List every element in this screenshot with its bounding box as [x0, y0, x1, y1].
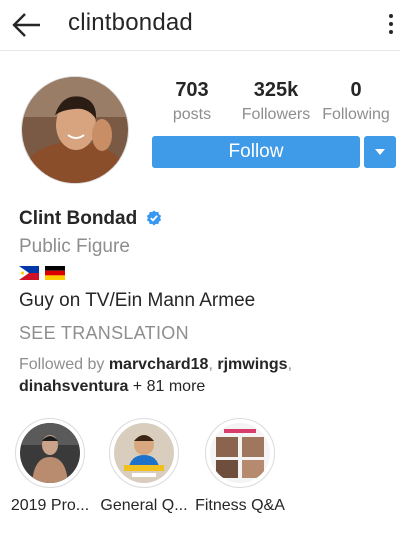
back-button[interactable]	[10, 9, 44, 41]
vertical-dots-icon	[384, 14, 398, 34]
followed-by-more: + 81 more	[128, 378, 206, 395]
profile-bio: Clint Bondad Public Figure Guy on TV/Ein…	[19, 206, 389, 398]
followers-count: 325k	[253, 79, 299, 101]
followers-label: Followers	[241, 106, 311, 123]
posts-stat[interactable]: 703 posts	[152, 78, 232, 128]
follower-username: dinahsventura	[19, 378, 129, 395]
profile-avatar[interactable]	[21, 76, 129, 184]
germany-flag-icon	[45, 264, 66, 282]
highlight-ring	[205, 418, 275, 488]
highlight-label: General Q...	[100, 497, 188, 514]
follower-username: marvchard18	[108, 356, 209, 373]
followed-by-text[interactable]: Followed by marvchard18, rjmwings, dinahs…	[19, 354, 389, 398]
profile-name-row: Clint Bondad	[19, 206, 389, 232]
follower-username: rjmwings	[217, 356, 288, 373]
highlight-ring	[15, 418, 85, 488]
posts-label: posts	[172, 106, 212, 123]
following-stat[interactable]: 0 Following	[316, 78, 396, 128]
followers-stat[interactable]: 325k Followers	[236, 78, 316, 128]
highlight-label: Fitness Q&A	[195, 497, 285, 514]
highlight-item[interactable]: General Q...	[94, 418, 194, 516]
avatar-photo	[22, 77, 128, 183]
more-options-button[interactable]	[384, 10, 398, 40]
highlight-cover	[114, 423, 174, 483]
top-bar: clintbondad	[0, 0, 400, 51]
chevron-down-icon	[375, 149, 385, 155]
following-count: 0	[350, 79, 362, 101]
verified-badge-icon	[146, 208, 162, 234]
suggested-dropdown-button[interactable]	[364, 136, 396, 168]
philippines-flag-icon	[19, 264, 39, 282]
separator: ,	[208, 356, 218, 373]
highlight-item[interactable]: Fitness Q&A	[190, 418, 290, 516]
follow-button[interactable]: Follow	[152, 136, 360, 168]
highlight-cover	[210, 423, 270, 483]
header-username: clintbondad	[68, 9, 193, 36]
profile-category: Public Figure	[19, 236, 130, 257]
separator: ,	[287, 356, 293, 373]
bio-text: Guy on TV/Ein Mann Armee	[19, 290, 256, 311]
profile-name: Clint Bondad	[19, 208, 138, 229]
see-translation-link[interactable]: SEE TRANSLATION	[19, 320, 389, 346]
posts-count: 703	[175, 79, 209, 101]
highlight-ring	[109, 418, 179, 488]
following-label: Following	[322, 106, 390, 123]
followed-by-prefix: Followed by	[19, 356, 109, 373]
highlight-cover	[20, 423, 80, 483]
highlight-item[interactable]: 2019 Pro...	[0, 418, 100, 516]
bio-flags	[19, 264, 389, 284]
story-highlights: 2019 Pro... General Q... Fitness Q&A	[0, 418, 400, 528]
arrow-left-icon	[12, 13, 40, 37]
highlight-label: 2019 Pro...	[10, 497, 90, 514]
